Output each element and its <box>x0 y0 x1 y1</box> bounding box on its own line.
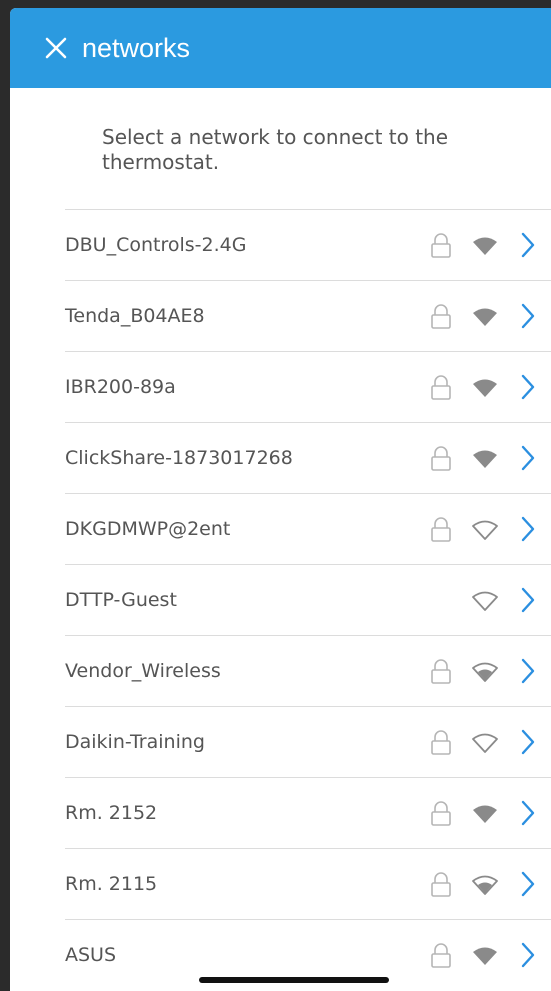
wifi-icon <box>471 236 499 261</box>
wifi-icon <box>471 520 499 545</box>
network-row[interactable]: DTTP-Guest <box>65 564 551 635</box>
home-indicator[interactable] <box>199 977 389 983</box>
chevron-right-icon[interactable] <box>520 871 536 902</box>
network-name: ClickShare-1873017268 <box>65 447 293 469</box>
page-title: networks <box>82 32 191 63</box>
wifi-icon <box>471 875 499 900</box>
network-name: DTTP-Guest <box>65 589 177 611</box>
chevron-right-icon[interactable] <box>520 232 536 263</box>
network-row[interactable]: Vendor_Wireless <box>65 635 551 706</box>
wifi-icon <box>471 733 499 758</box>
wifi-icon <box>471 591 499 616</box>
close-button[interactable] <box>38 30 74 66</box>
wifi-icon <box>471 307 499 332</box>
network-row[interactable]: Rm. 2115 <box>65 848 551 919</box>
lock-icon <box>430 730 452 761</box>
lock-icon <box>430 304 452 335</box>
lock-icon <box>430 446 452 477</box>
wifi-icon <box>471 804 499 829</box>
network-row[interactable]: IBR200-89a <box>65 351 551 422</box>
network-name: Rm. 2152 <box>65 802 158 824</box>
network-name: Rm. 2115 <box>65 873 158 895</box>
network-row[interactable]: DKGDMWP@2ent <box>65 493 551 564</box>
wifi-icon <box>471 662 499 687</box>
wifi-icon <box>471 946 499 971</box>
network-name: ASUS <box>65 944 117 966</box>
wifi-icon <box>471 378 499 403</box>
lock-icon <box>430 943 452 974</box>
network-row[interactable]: DBU_Controls-2.4G <box>65 209 551 280</box>
chevron-right-icon[interactable] <box>520 800 536 831</box>
lock-icon <box>430 659 452 690</box>
network-row[interactable]: ClickShare-1873017268 <box>65 422 551 493</box>
instruction-text: Select a network to connect to the therm… <box>102 125 449 174</box>
network-row[interactable]: Rm. 2152 <box>65 777 551 848</box>
chevron-right-icon[interactable] <box>520 587 536 618</box>
chevron-right-icon[interactable] <box>520 303 536 334</box>
chevron-right-icon[interactable] <box>520 658 536 689</box>
network-name: Tenda_B04AE8 <box>65 305 205 327</box>
chevron-right-icon[interactable] <box>520 445 536 476</box>
chevron-right-icon[interactable] <box>520 516 536 547</box>
network-name: Daikin-Training <box>65 731 205 753</box>
lock-icon <box>430 801 452 832</box>
lock-icon <box>430 375 452 406</box>
network-name: IBR200-89a <box>65 376 176 398</box>
network-row[interactable]: Daikin-Training <box>65 706 551 777</box>
close-icon <box>45 37 67 59</box>
chevron-right-icon[interactable] <box>520 942 536 973</box>
network-row[interactable]: Tenda_B04AE8 <box>65 280 551 351</box>
lock-icon <box>430 233 452 264</box>
lock-icon <box>430 517 452 548</box>
device-frame: networks Select a network to connect to … <box>0 0 551 991</box>
header-bar: networks <box>10 8 551 88</box>
lock-icon <box>430 872 452 903</box>
app-screen: networks Select a network to connect to … <box>10 8 551 991</box>
network-name: DBU_Controls-2.4G <box>65 234 247 256</box>
wifi-icon <box>471 449 499 474</box>
network-name: DKGDMWP@2ent <box>65 518 231 540</box>
chevron-right-icon[interactable] <box>520 374 536 405</box>
network-list: DBU_Controls-2.4G Tenda_B04AE8 IBR200-89a C… <box>65 209 551 990</box>
chevron-right-icon[interactable] <box>520 729 536 760</box>
network-name: Vendor_Wireless <box>65 660 221 682</box>
